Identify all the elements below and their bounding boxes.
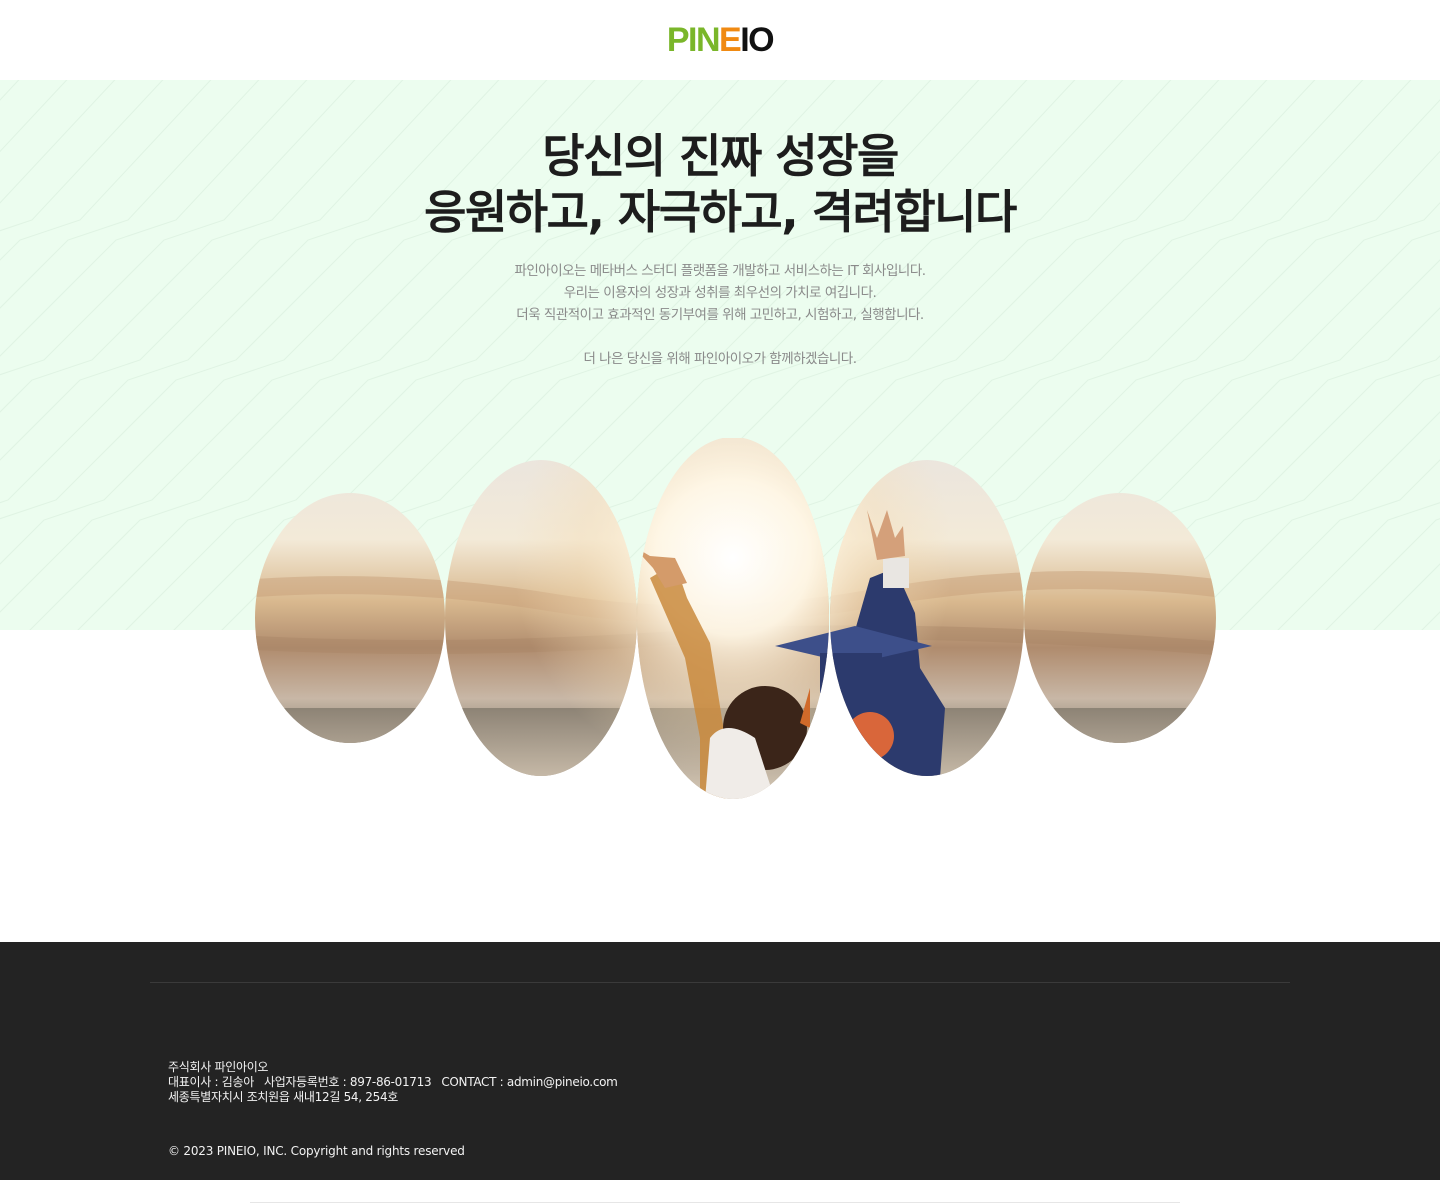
headline-line-2: 응원하고, 자극하고, 격려합니다 (424, 185, 1017, 239)
footer-divider (150, 982, 1290, 983)
company-address: 세종특별자치시 조치원읍 새내12길 54, 254호 (168, 1090, 399, 1104)
logo-text-pin: PIN (666, 21, 721, 59)
headline-line-1: 당신의 진짜 성장을 (542, 129, 899, 183)
description-line-4: 더 나은 당신을 위해 파인아이오가 함께하겠습니다. (583, 351, 857, 367)
site-footer: 주식회사 파인아이오 대표이사 : 김송아 사업자등록번호 : 897-86-01… (0, 942, 1440, 1180)
company-info: 주식회사 파인아이오 대표이사 : 김송아 사업자등록번호 : 897-86-01… (168, 1060, 618, 1105)
business-number: 사업자등록번호 : 897-86-01713 (263, 1075, 432, 1089)
graduation-photo-icon (255, 438, 1216, 800)
company-details: 대표이사 : 김송아 사업자등록번호 : 897-86-01713 CONTACT … (168, 1075, 618, 1090)
ceo-info: 대표이사 : 김송아 (168, 1075, 254, 1089)
description-line-2: 우리는 이용자의 성장과 성취를 최우선의 가치로 여깁니다. (563, 285, 877, 301)
site-header: PINEIO (0, 0, 1440, 80)
description-line-3: 더욱 직관적이고 효과적인 동기부여를 위해 고민하고, 시험하고, 실행합니다… (516, 307, 924, 323)
hero-headline: 당신의 진짜 성장을 응원하고, 자극하고, 격려합니다 (0, 128, 1440, 240)
logo-text-e: E (719, 21, 742, 59)
hero-description: 파인아이오는 메타버스 스터디 플랫폼을 개발하고 서비스하는 IT 회사입니다… (0, 260, 1440, 370)
copyright-text: © 2023 PINEIO, INC. Copyright and rights… (168, 1144, 465, 1158)
contact-email[interactable]: CONTACT : admin@pineio.com (441, 1075, 618, 1089)
company-name: 주식회사 파인아이오 (168, 1060, 269, 1074)
pineio-logo[interactable]: PINEIO (666, 21, 775, 59)
description-line-1: 파인아이오는 메타버스 스터디 플랫폼을 개발하고 서비스하는 IT 회사입니다… (514, 263, 926, 279)
bottom-divider (250, 1202, 1180, 1203)
description-gap (0, 326, 1440, 348)
logo-text-io: IO (740, 21, 774, 59)
